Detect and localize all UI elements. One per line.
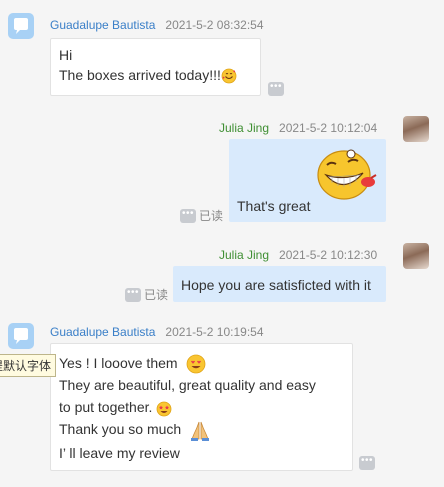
read-receipt: ••• 已读	[125, 286, 168, 303]
sender-name[interactable]: Guadalupe Bautista	[50, 325, 155, 339]
message-bubble[interactable]: That's great	[229, 139, 386, 222]
user-bubble-icon	[14, 328, 28, 344]
message-text: That's great	[237, 198, 311, 214]
sender-name[interactable]: Julia Jing	[219, 121, 269, 135]
sender-name[interactable]: Julia Jing	[219, 248, 269, 262]
more-options-button[interactable]: •••	[359, 456, 375, 470]
avatar-julia-jing[interactable]	[403, 243, 429, 269]
read-status: 已读	[144, 288, 169, 302]
message-time: 2021-5-2 10:12:30	[279, 248, 378, 262]
message-time: 2021-5-2 10:19:54	[165, 325, 264, 339]
star-struck-emoji	[157, 401, 172, 416]
message-2-header: Julia Jing 2021-5-2 10:12:04	[219, 121, 377, 135]
message-bubble[interactable]: Yes ! I looove them They are beautiful, …	[50, 343, 353, 471]
message-1-header: Guadalupe Bautista 2021-5-2 08:32:54	[50, 18, 264, 32]
message-line: The boxes arrived today!!!	[59, 67, 221, 83]
laughing-sticker	[317, 149, 377, 200]
message-line-with-emoji: Yes ! I looove them	[59, 352, 344, 374]
more-options-button[interactable]: •••	[180, 208, 196, 223]
message-bubble[interactable]: Hi The boxes arrived today!!!	[50, 38, 261, 96]
message-line: Yes ! I looove them	[59, 355, 178, 371]
message-line: Hi	[59, 47, 73, 63]
message-3-header: Julia Jing 2021-5-2 10:12:30	[219, 248, 377, 262]
heart-eyes-emoji	[186, 354, 205, 374]
avatar-guadalupe-bautista[interactable]	[8, 323, 34, 349]
message-line-with-emoji: to put together.	[59, 396, 344, 418]
folded-hands-emoji	[191, 421, 210, 441]
more-options-button[interactable]: •••	[268, 82, 284, 96]
message-line: to put together.	[59, 399, 153, 416]
message-line: They are beautiful, great quality and ea…	[59, 377, 316, 394]
message-line: I’ ll leave my review	[59, 444, 180, 461]
message-line: Thank you so much	[59, 421, 182, 438]
sender-name[interactable]: Guadalupe Bautista	[50, 18, 155, 32]
more-options-button[interactable]: •••	[125, 287, 141, 302]
font-tooltip: 提默认字体	[0, 354, 57, 377]
read-status: 已读	[199, 209, 224, 223]
avatar-julia-jing[interactable]	[403, 116, 429, 142]
message-time: 2021-5-2 10:12:04	[279, 121, 378, 135]
user-bubble-icon	[14, 18, 28, 34]
message-line-with-emoji: Thank you so much	[59, 418, 344, 441]
message-4-header: Guadalupe Bautista 2021-5-2 10:19:54	[50, 325, 264, 339]
message-time: 2021-5-2 08:32:54	[165, 18, 264, 32]
smiling-face-with-hearts-emoji	[221, 68, 237, 84]
message-bubble[interactable]: Hope you are satisficted with it	[173, 266, 386, 302]
read-receipt: ••• 已读	[180, 207, 223, 224]
message-text: Hope you are satisficted with it	[181, 277, 371, 293]
message-line-with-emoji: The boxes arrived today!!!	[59, 65, 252, 85]
avatar-guadalupe-bautista[interactable]	[8, 13, 34, 39]
